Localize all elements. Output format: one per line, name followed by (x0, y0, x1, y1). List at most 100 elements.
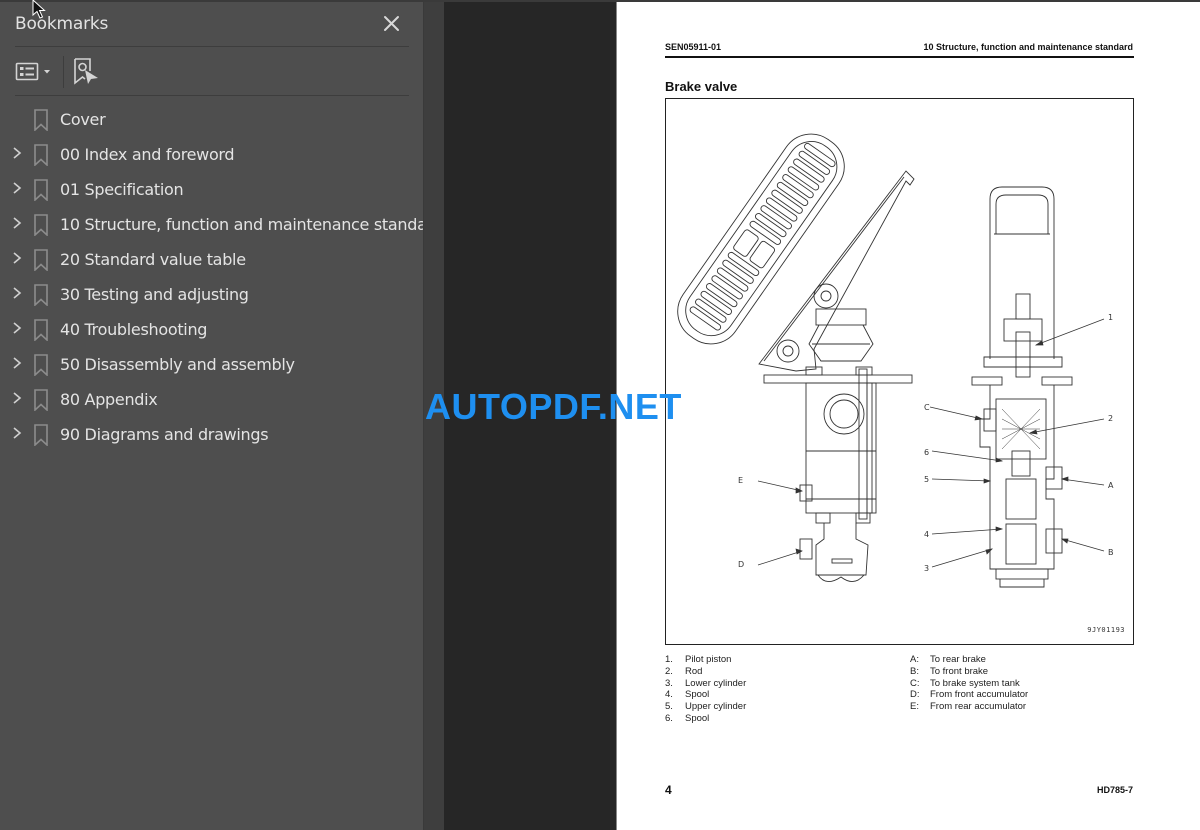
legend-text: To front brake (930, 665, 989, 677)
bookmark-label: 90 Diagrams and drawings (60, 425, 269, 444)
legend-row: C: To brake system tank (910, 678, 1028, 690)
legend-text: Lower cylinder (685, 677, 747, 689)
legend-row: 3. Lower cylinder (665, 678, 746, 690)
legend-key: C: (910, 677, 920, 689)
bookmark-item[interactable]: 40 Troubleshooting (0, 311, 423, 346)
bookmark-item[interactable]: 90 Diagrams and drawings (0, 416, 423, 451)
chevron-right-icon[interactable] (11, 216, 23, 230)
toolbar-bottom-divider (15, 95, 409, 96)
chevron-right-icon[interactable] (11, 251, 23, 265)
close-panel-button[interactable] (382, 14, 402, 34)
pdf-page: SEN05911-01 10 Structure, function and m… (616, 2, 1200, 830)
bookmark-icon (34, 179, 48, 201)
callout-5: 5 (924, 475, 929, 484)
legend-text: From front accumulator (930, 689, 1029, 701)
legend-text: Rod (685, 665, 703, 677)
callout-A: A (1108, 481, 1114, 490)
callout-C: C (924, 403, 930, 412)
bookmark-item[interactable]: 20 Standard value table (0, 241, 423, 276)
bookmark-icon (34, 354, 48, 376)
bookmark-list: Cover 00 Index and foreword 01 Specificati… (0, 101, 443, 451)
chevron-right-icon[interactable] (11, 356, 23, 370)
bookmark-icon (34, 144, 48, 166)
chevron-right-icon[interactable] (11, 426, 23, 440)
bookmarks-panel: Bookmarks Cover 00 Index and foreword 01 S… (0, 2, 443, 830)
legend-row: 5. Upper cylinder (665, 701, 746, 713)
legend-row: 6. Spool (665, 713, 746, 725)
bookmark-icon (34, 109, 48, 131)
legend-parts: 1. Pilot piston 2. Rod 3. Lower cylinder 4. Spo… (665, 654, 746, 725)
find-current-bookmark-button[interactable] (72, 57, 100, 87)
legend-text: To rear brake (930, 654, 986, 665)
legend-row: 2. Rod (665, 666, 746, 678)
chevron-right-icon[interactable] (11, 286, 23, 300)
document-code: SEN05911-01 (665, 42, 722, 52)
section-header: 10 Structure, function and maintenance s… (923, 42, 1133, 52)
bookmark-icon (34, 424, 48, 446)
bookmark-item[interactable]: 00 Index and foreword (0, 136, 423, 171)
header-rule (665, 56, 1134, 58)
legend-key: 3. (665, 677, 673, 689)
watermark: AUTOPDF.NET (425, 386, 682, 427)
bookmark-item[interactable]: 50 Disassembly and assembly (0, 346, 423, 381)
chevron-right-icon[interactable] (11, 321, 23, 335)
chevron-right-icon[interactable] (11, 391, 23, 405)
brake-valve-drawing: E D 1 2 C 6 5 A 4 B 3 (677, 133, 1114, 588)
bookmark-item[interactable]: Cover (0, 101, 423, 136)
close-icon (384, 16, 399, 31)
bookmark-icon (34, 284, 48, 306)
bookmark-item[interactable]: 01 Specification (0, 171, 423, 206)
legend-text: Pilot piston (685, 654, 732, 665)
section-view (971, 186, 1073, 588)
legend-text: To brake system tank (930, 677, 1020, 689)
legend-key: A: (910, 654, 919, 665)
legend-row: 4. Spool (665, 689, 746, 701)
bookmark-icon (34, 249, 48, 271)
bookmark-label: Cover (60, 110, 106, 129)
pedal-plate (677, 133, 845, 345)
legend-row: E: From rear accumulator (910, 701, 1028, 713)
bookmark-item[interactable]: 10 Structure, function and maintenance s… (0, 206, 443, 241)
legend-key: 4. (665, 689, 673, 701)
list-options-icon (15, 62, 50, 81)
callout-1: 1 (1108, 313, 1113, 322)
chevron-right-icon[interactable] (11, 146, 23, 160)
legend-ports: A: To rear brake B: To front brake C: To brak… (910, 654, 1028, 713)
chevron-right-icon[interactable] (11, 181, 23, 195)
callout-D: D (738, 560, 744, 569)
callout-B: B (1108, 548, 1114, 557)
pedal-arm (758, 170, 915, 372)
bookmark-icon (34, 319, 48, 341)
callout-4: 4 (924, 530, 929, 539)
bookmark-label: 80 Appendix (60, 390, 158, 409)
pedal-pad (733, 229, 759, 257)
bookmark-icon (34, 389, 48, 411)
legend-key: 5. (665, 701, 673, 713)
page-title: Brake valve (665, 79, 738, 94)
bookmark-label: 20 Standard value table (60, 250, 246, 269)
legend-row: B: To front brake (910, 666, 1028, 678)
legend-row: A: To rear brake (910, 654, 1028, 666)
callout-2: 2 (1108, 414, 1113, 423)
callout-E: E (738, 476, 743, 485)
bookmark-label: 00 Index and foreword (60, 145, 235, 164)
legend-text: From rear accumulator (930, 701, 1027, 713)
legend-text: Upper cylinder (685, 701, 747, 713)
bookmark-label: 50 Disassembly and assembly (60, 355, 295, 374)
legend-row: D: From front accumulator (910, 689, 1028, 701)
pedal-pad (749, 240, 776, 269)
bookmark-label: 10 Structure, function and maintenance s… (60, 215, 443, 234)
bookmark-icon (34, 214, 48, 236)
legend-key: 6. (665, 712, 673, 724)
legend-text: Spool (685, 712, 710, 724)
legend-row: 1. Pilot piston (665, 654, 746, 666)
legend-key: 2. (665, 665, 673, 677)
chevron-down-icon (44, 70, 50, 74)
legend-key: 1. (665, 654, 673, 665)
find-bookmark-icon (74, 58, 98, 85)
bookmark-item[interactable]: 30 Testing and adjusting (0, 276, 423, 311)
legend-key: B: (910, 665, 919, 677)
bookmark-item[interactable]: 80 Appendix (0, 381, 423, 416)
bookmark-options-button[interactable] (15, 60, 55, 84)
legend-text: Spool (685, 689, 710, 701)
